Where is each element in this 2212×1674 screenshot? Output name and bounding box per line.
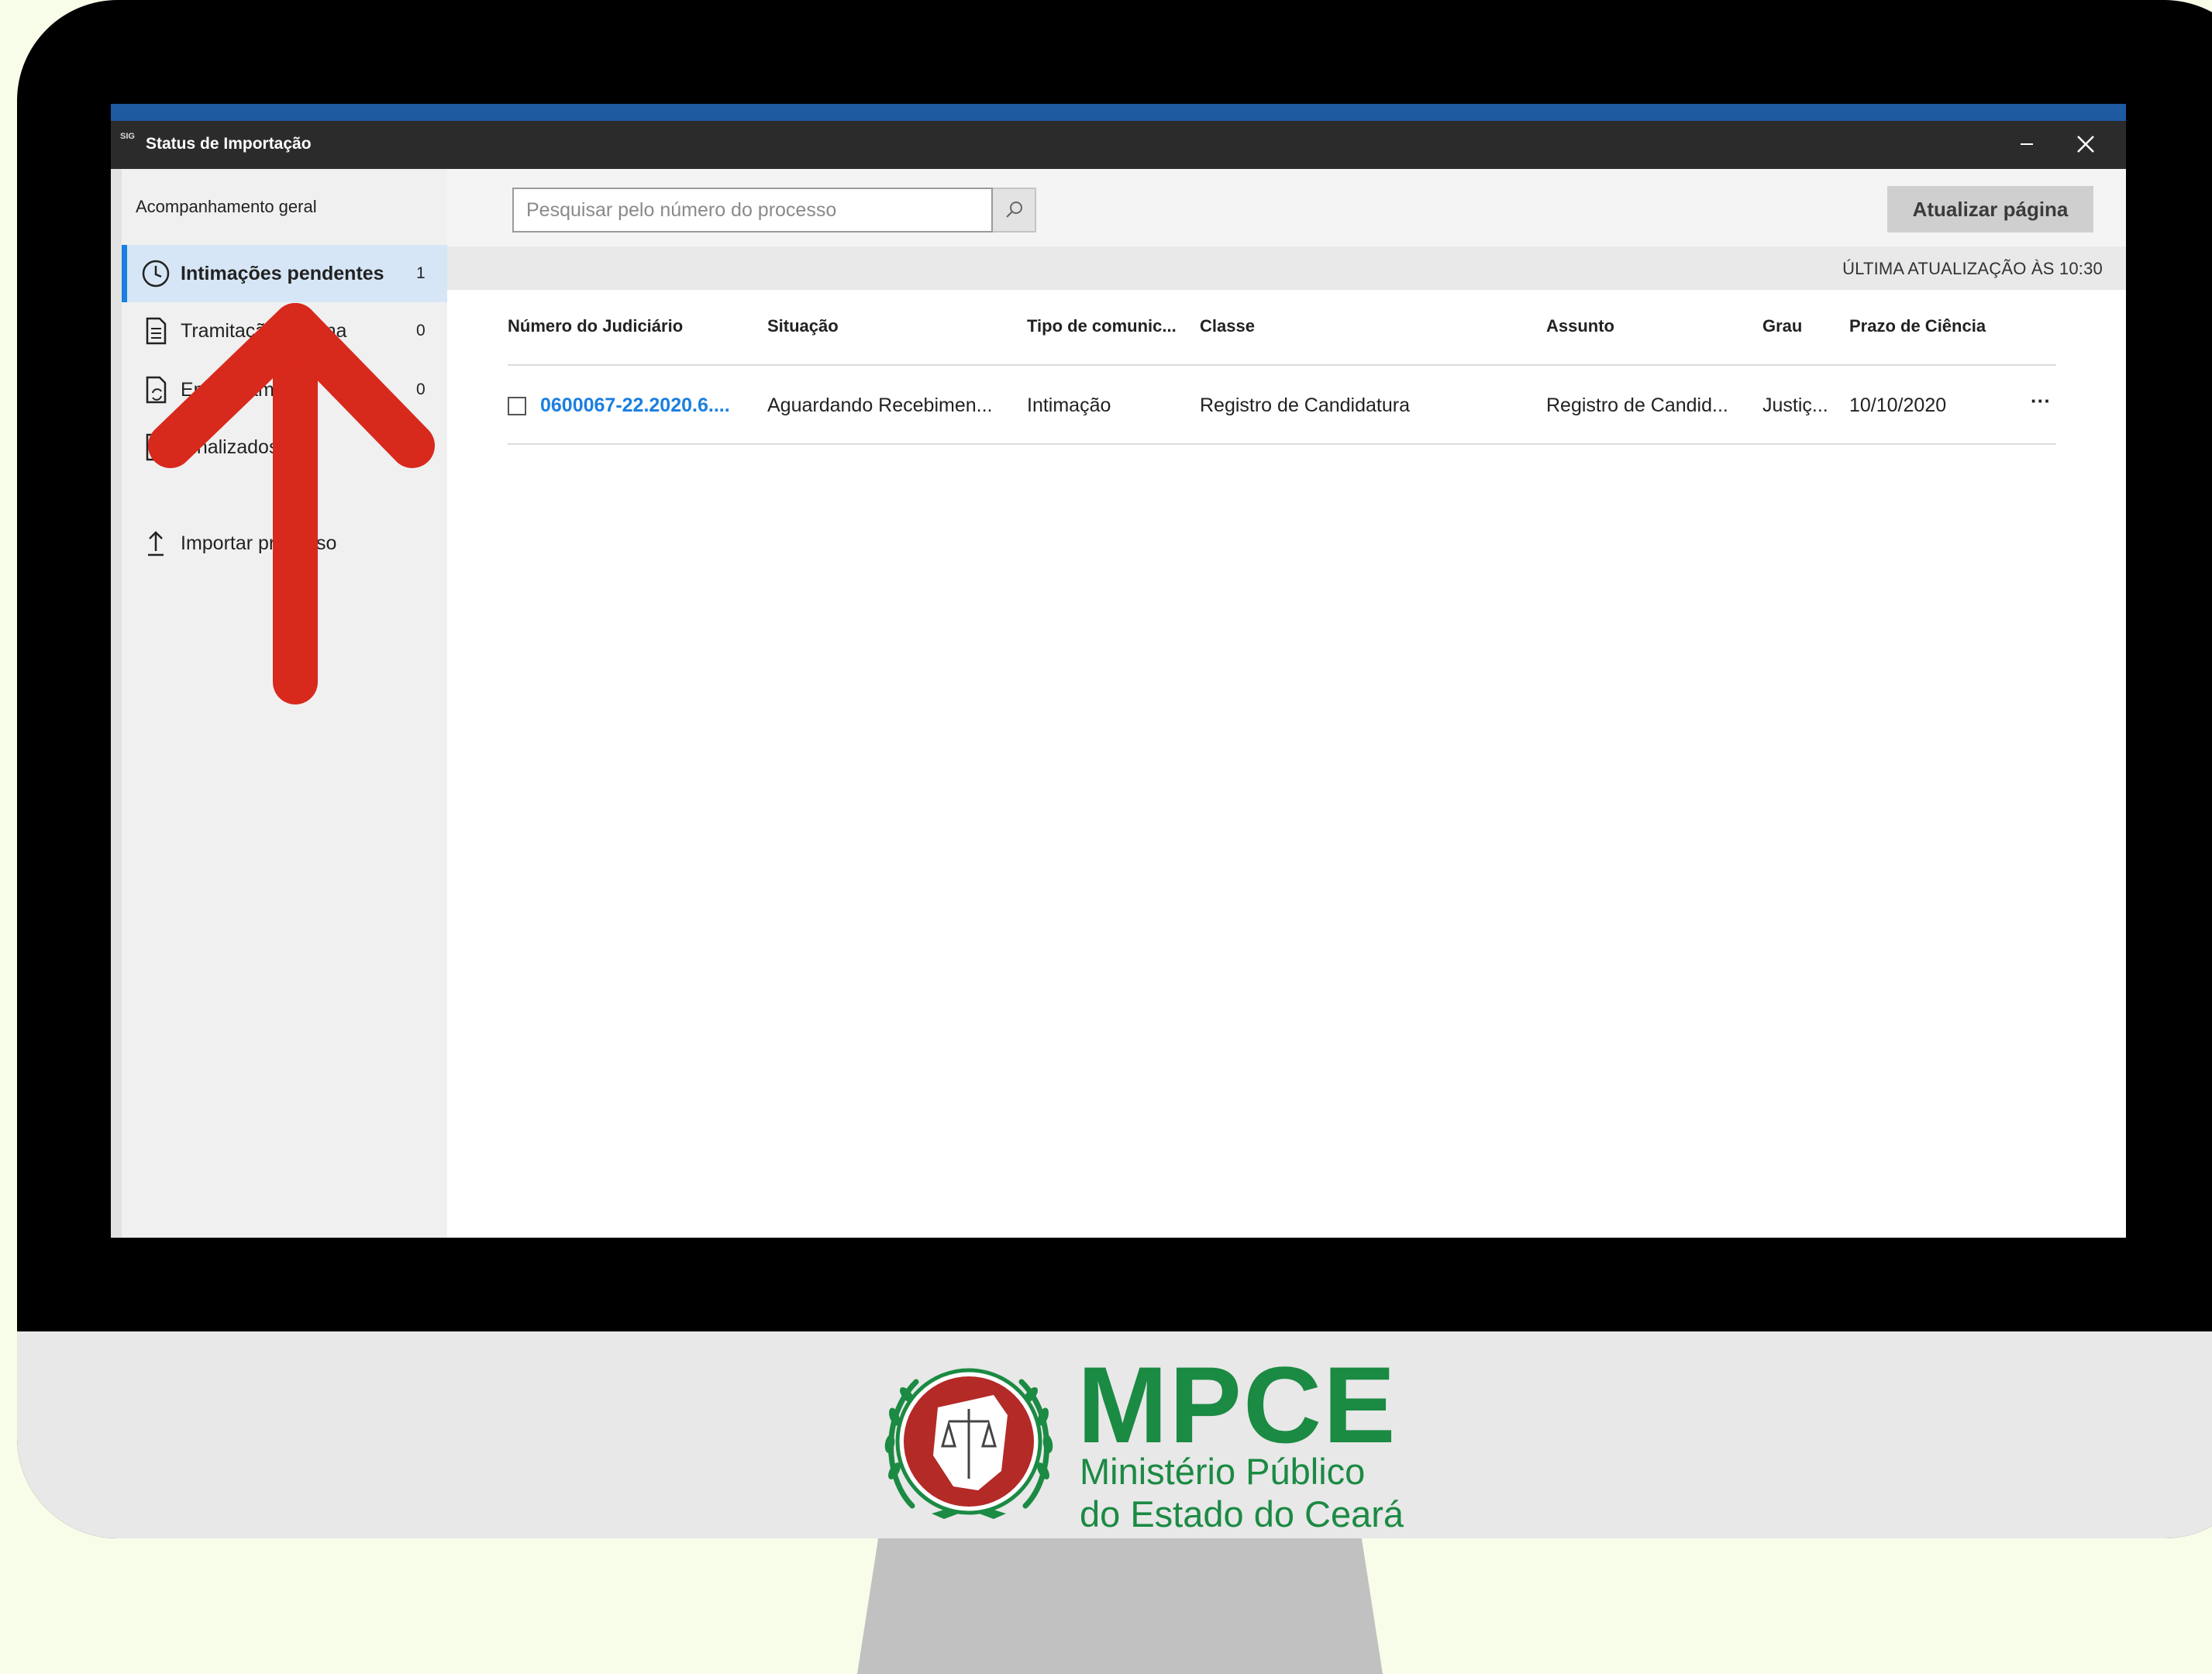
logo-name-line2: do Estado do Ceará <box>1080 1493 1404 1534</box>
sidebar-item-label: Finalizados <box>181 436 279 458</box>
app-icon: SIG <box>120 132 135 141</box>
cell-situacao: Aguardando Recebimen... <box>767 394 993 416</box>
cell-prazo: 10/10/2020 <box>1849 394 1947 416</box>
search-icon <box>1006 202 1022 218</box>
column-header[interactable]: Número do Judiciário <box>508 316 683 336</box>
sidebar-item-count: 0 <box>416 381 426 398</box>
column-header[interactable]: Situação <box>767 316 839 336</box>
column-header[interactable]: Prazo de Ciência <box>1849 316 1986 336</box>
sidebar-item-label: Em andamento <box>181 378 312 401</box>
cell-assunto: Registro de Candid... <box>1546 394 1728 416</box>
column-header[interactable]: Classe <box>1200 316 1255 336</box>
sidebar-item-label: Importar processo <box>181 532 337 554</box>
minimize-icon <box>2021 143 2033 145</box>
screen: SIG Status de Importação Acompanhamento … <box>111 104 2126 1238</box>
table-row[interactable]: 0600067-22.2020.6.... Aguardando Recebim… <box>508 366 2056 445</box>
minimize-button[interactable] <box>2010 129 2044 160</box>
sidebar-header: Acompanhamento geral <box>136 197 317 216</box>
search-input[interactable] <box>512 188 993 232</box>
logo-name-line1: Ministério Público <box>1080 1451 1366 1492</box>
close-button[interactable] <box>2069 129 2103 160</box>
column-header[interactable]: Tipo de comunic... <box>1027 316 1177 336</box>
cell-tipo: Intimação <box>1027 394 1111 416</box>
column-header[interactable]: Assunto <box>1546 316 1614 336</box>
table-header: Número do Judiciário Situação Tipo de co… <box>508 290 2056 366</box>
main-panel: Número do Judiciário Situação Tipo de co… <box>469 290 2104 1238</box>
sidebar: Acompanhamento geral Intimações pendente… <box>111 169 447 1238</box>
cell-grau: Justiç... <box>1762 394 1828 416</box>
window-titlebar: SIG Status de Importação <box>111 121 2126 169</box>
sidebar-item-label: Intimações pendentes <box>181 262 384 284</box>
content-toolbar: Atualizar página <box>447 169 2126 246</box>
status-bar: ÚLTIMA ATUALIZAÇÃO ÀS 10:30 <box>447 246 2126 290</box>
sidebar-item-importar-processo[interactable]: Importar processo <box>122 515 447 572</box>
clock-icon <box>140 258 171 289</box>
upload-icon <box>140 528 171 559</box>
search-button[interactable] <box>993 188 1036 232</box>
process-number-link[interactable]: 0600067-22.2020.6.... <box>540 394 730 417</box>
window-title: Status de Importação <box>146 135 312 153</box>
sidebar-item-em-andamento[interactable]: Em andamento 0 <box>122 361 447 418</box>
cell-classe: Registro de Candidatura <box>1200 394 1410 416</box>
column-header[interactable]: Grau <box>1762 316 1802 336</box>
monitor-stand <box>857 1538 1383 1674</box>
document-sync-icon <box>140 374 171 405</box>
close-icon <box>2077 136 2094 153</box>
sidebar-item-count: 1 <box>416 264 426 282</box>
document-icon <box>140 315 171 346</box>
row-checkbox[interactable] <box>508 397 526 415</box>
document-check-icon <box>140 432 171 463</box>
refresh-page-button[interactable]: Atualizar página <box>1887 186 2093 232</box>
sidebar-item-finalizados[interactable]: Finalizados <box>122 418 447 476</box>
row-more-button[interactable]: ··· <box>2031 389 2051 413</box>
last-update-text: ÚLTIMA ATUALIZAÇÃO ÀS 10:30 <box>1842 259 2103 278</box>
mpce-emblem <box>884 1368 1053 1519</box>
sidebar-item-label: Tramitação externa <box>181 319 347 342</box>
taskbar-strip <box>111 104 2126 121</box>
logo-abbreviation: MPCE <box>1077 1344 1397 1466</box>
sidebar-item-tramitacao-externa[interactable]: Tramitação externa 0 <box>122 302 447 360</box>
sidebar-item-count: 0 <box>416 322 426 339</box>
sidebar-item-intimacoes-pendentes[interactable]: Intimações pendentes 1 <box>122 245 447 302</box>
